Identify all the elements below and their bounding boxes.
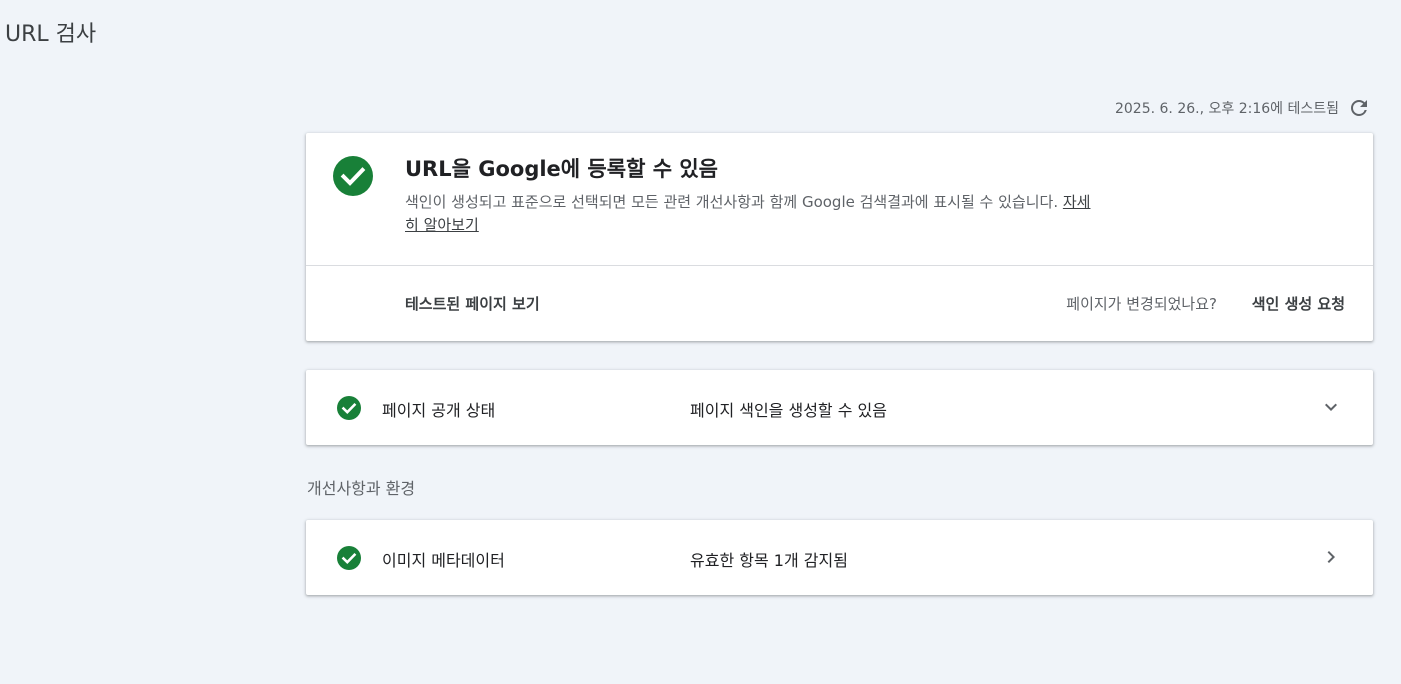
url-status-actions: 테스트된 페이지 보기 페이지가 변경되었나요? 색인 생성 요청: [306, 266, 1373, 341]
test-timestamp: 2025. 6. 26., 오후 2:16에 테스트됨: [1114, 101, 1339, 117]
description-text: 색인이 생성되고 표준으로 선택되면 모든 관련 개선사항과 함께 Google…: [405, 193, 1059, 211]
enhancement-row-image-metadata[interactable]: 이미지 메타데이터 유효한 항목 1개 감지됨: [306, 520, 1373, 595]
chevron-down-icon[interactable]: [1319, 395, 1343, 419]
test-timestamp-row: 2025. 6. 26., 오후 2:16에 테스트됨: [1115, 96, 1371, 120]
enhancement-value: 유효한 항목 1개 감지됨: [690, 551, 848, 570]
url-status-card: URL을 Google에 등록할 수 있음 색인이 생성되고 표준으로 선택되면…: [306, 133, 1373, 341]
check-circle-icon: [337, 396, 361, 420]
page-availability-label: 페이지 공개 상태: [382, 401, 496, 420]
check-circle-icon: [337, 546, 361, 570]
enhancement-label: 이미지 메타데이터: [382, 551, 505, 570]
url-status-summary: URL을 Google에 등록할 수 있음 색인이 생성되고 표준으로 선택되면…: [306, 133, 1373, 266]
page-changed-question: 페이지가 변경되었나요?: [1066, 295, 1217, 313]
page-availability-value: 페이지 색인을 생성할 수 있음: [690, 401, 887, 420]
page-availability-row[interactable]: 페이지 공개 상태 페이지 색인을 생성할 수 있음: [306, 370, 1373, 445]
page-title: URL 검사: [5, 22, 97, 47]
request-indexing-button[interactable]: 색인 생성 요청: [1252, 293, 1345, 314]
url-status-description: 색인이 생성되고 표준으로 선택되면 모든 관련 개선사항과 함께 Google…: [405, 191, 1095, 237]
url-status-heading: URL을 Google에 등록할 수 있음: [405, 157, 718, 181]
chevron-right-icon[interactable]: [1319, 545, 1343, 569]
enhancements-section-title: 개선사항과 환경: [307, 479, 416, 498]
refresh-icon[interactable]: [1347, 96, 1371, 120]
view-tested-page-button[interactable]: 테스트된 페이지 보기: [405, 293, 540, 314]
check-circle-icon: [333, 156, 373, 196]
